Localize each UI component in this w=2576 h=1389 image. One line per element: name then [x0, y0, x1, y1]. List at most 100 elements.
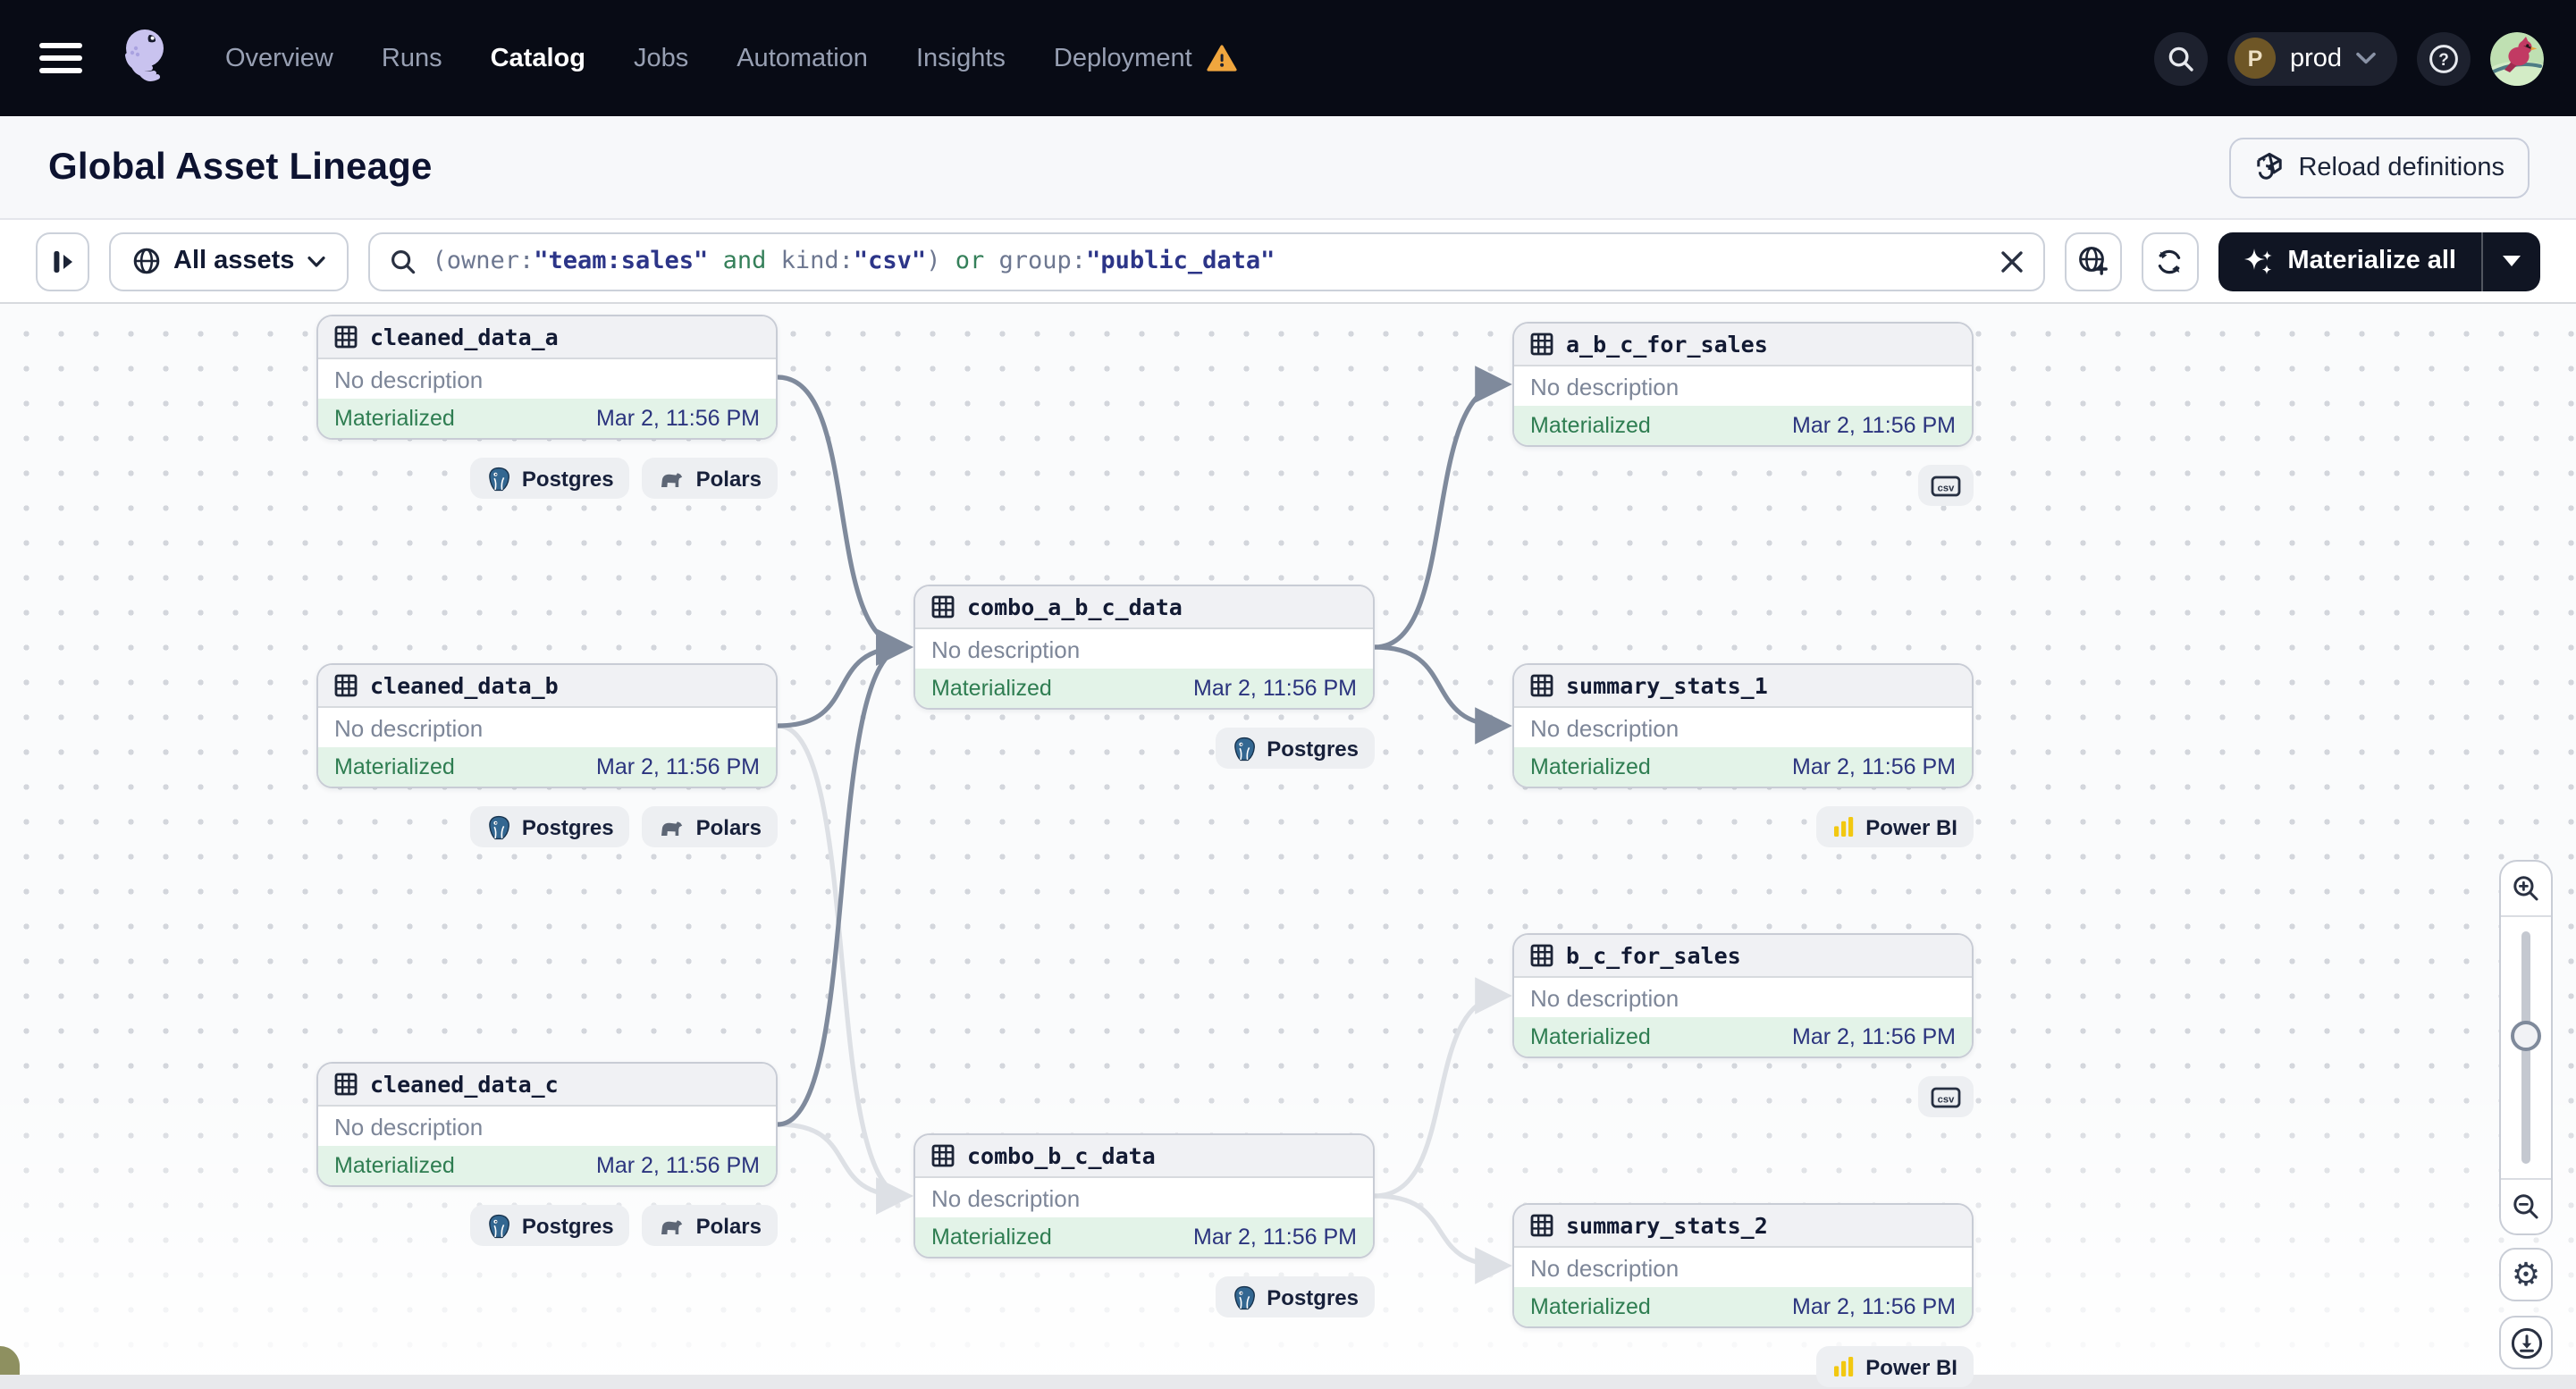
- edge-combo_b_c_data-to-b_c_for_sales: [1372, 977, 1512, 1199]
- kind-tag-polars[interactable]: Polars: [642, 806, 778, 847]
- asset-name: cleaned_data_c: [370, 1071, 559, 1098]
- materialize-options-button[interactable]: [2483, 256, 2540, 266]
- nav-item-jobs[interactable]: Jobs: [634, 44, 688, 72]
- asset-name: summary_stats_2: [1566, 1212, 1768, 1239]
- asset-scope-label: All assets: [173, 247, 295, 275]
- asset-node-a_b_c_for_sales[interactable]: a_b_c_for_sales No description Materialize…: [1512, 322, 1974, 447]
- materialize-all-button[interactable]: Materialize all: [2218, 246, 2481, 276]
- kind-tag-power-bi[interactable]: Power BI: [1815, 806, 1974, 847]
- polars-icon: [659, 1215, 686, 1236]
- refresh-icon: [2154, 246, 2185, 276]
- asset-node-header: b_c_for_sales: [1514, 935, 1972, 978]
- asset-node-cleaned_data_a[interactable]: cleaned_data_a No description Materialized…: [316, 315, 778, 440]
- asset-node-summary_stats_1[interactable]: summary_stats_1 No description Materialize…: [1512, 663, 1974, 788]
- lineage-canvas[interactable]: ⚙ cleaned_data_a No description Materializ…: [0, 304, 2576, 1389]
- polars-icon: [659, 467, 686, 489]
- reload-definitions-label: Reload definitions: [2298, 153, 2504, 181]
- nav-item-automation[interactable]: Automation: [737, 44, 868, 72]
- asset-name: combo_b_c_data: [967, 1142, 1156, 1169]
- toggle-sidebar-button[interactable]: [36, 232, 89, 290]
- asset-node-summary_stats_2[interactable]: summary_stats_2 No description Materialize…: [1512, 1203, 1974, 1328]
- horizontal-scrollbar[interactable]: [0, 1375, 2576, 1389]
- asset-filter-input[interactable]: (owner:"team:sales" and kind:"csv") or g…: [367, 232, 2045, 290]
- asset-description: No description: [915, 629, 1373, 669]
- materialization-timestamp: Mar 2, 11:56 PM: [596, 1153, 760, 1178]
- asset-node-header: cleaned_data_c: [318, 1064, 776, 1107]
- screen: Overview Runs Catalog Jobs Automation In…: [0, 0, 2576, 1389]
- asset-node-combo_b_c_data[interactable]: combo_b_c_data No description Materialized…: [913, 1133, 1375, 1259]
- search-icon: [389, 248, 416, 274]
- asset-status-row: Materialized Mar 2, 11:56 PM: [318, 1146, 776, 1185]
- nav-item-deployment[interactable]: Deployment: [1054, 44, 1237, 72]
- dagster-app: Overview Runs Catalog Jobs Automation In…: [0, 0, 2576, 1389]
- kind-tag-postgres[interactable]: Postgres: [1215, 728, 1375, 769]
- dagster-logo-icon[interactable]: [114, 22, 175, 94]
- kind-tag-postgres[interactable]: Postgres: [469, 806, 630, 847]
- zoom-slider-handle[interactable]: [2511, 1021, 2541, 1051]
- table-icon: [334, 1073, 358, 1096]
- filter-to-selection-button[interactable]: [2064, 232, 2122, 290]
- settings-button[interactable]: ⚙: [2499, 1248, 2553, 1301]
- question-icon: ?: [2428, 42, 2460, 74]
- svg-text:csv: csv: [1938, 1093, 1955, 1104]
- search-button[interactable]: [2153, 31, 2208, 85]
- asset-node-cleaned_data_c[interactable]: cleaned_data_c No description Materialized…: [316, 1062, 778, 1187]
- refresh-button[interactable]: [2141, 232, 2199, 290]
- asset-tags-row: Postgres Polars: [316, 1205, 778, 1246]
- zoom-slider[interactable]: [2501, 915, 2551, 1180]
- asset-status-row: Materialized Mar 2, 11:56 PM: [318, 399, 776, 438]
- nav-item-runs[interactable]: Runs: [382, 44, 442, 72]
- kind-tag-polars[interactable]: Polars: [642, 1205, 778, 1246]
- kind-tag-postgres[interactable]: Postgres: [469, 1205, 630, 1246]
- asset-tags-row: Postgres Polars: [316, 806, 778, 847]
- kind-tag-polars[interactable]: Polars: [642, 458, 778, 499]
- clear-filter-button[interactable]: [1999, 249, 2023, 273]
- nav-item-catalog[interactable]: Catalog: [491, 44, 585, 72]
- powerbi-icon: [1831, 1355, 1855, 1378]
- asset-node-header: combo_a_b_c_data: [915, 586, 1373, 629]
- kind-tag-csv[interactable]: csv: [1918, 465, 1974, 506]
- asset-scope-dropdown[interactable]: All assets: [109, 232, 349, 290]
- page-header: Global Asset Lineage Reload definitions: [0, 116, 2576, 220]
- status-badge: Materialized: [1530, 1294, 1651, 1319]
- nav-item-overview[interactable]: Overview: [225, 44, 333, 72]
- status-badge: Materialized: [334, 406, 455, 431]
- asset-description: No description: [1514, 366, 1972, 406]
- kind-tag-label: Postgres: [1267, 736, 1359, 761]
- zoom-out-button[interactable]: [2501, 1180, 2551, 1233]
- menu-icon[interactable]: [39, 43, 82, 73]
- environment-name: prod: [2289, 44, 2342, 72]
- kind-tag-label: Polars: [695, 1213, 762, 1238]
- user-avatar[interactable]: [2490, 31, 2544, 85]
- download-icon: [2509, 1326, 2543, 1360]
- kind-tag-csv[interactable]: csv: [1918, 1076, 1974, 1117]
- asset-tags-row: Postgres Polars: [316, 458, 778, 499]
- powerbi-icon: [1831, 815, 1855, 838]
- page-title: Global Asset Lineage: [48, 146, 433, 187]
- asset-tags-row: csv: [1512, 1076, 1974, 1117]
- svg-text:csv: csv: [1938, 482, 1955, 492]
- zoom-control: [2499, 860, 2553, 1235]
- asset-node-combo_a_b_c_data[interactable]: combo_a_b_c_data No description Materializ…: [913, 585, 1375, 710]
- svg-text:?: ?: [2438, 50, 2449, 69]
- asset-node-b_c_for_sales[interactable]: b_c_for_sales No description Materialized M…: [1512, 933, 1974, 1058]
- asset-description: No description: [318, 708, 776, 747]
- environment-switcher[interactable]: P prod: [2227, 31, 2397, 85]
- edge-combo_b_c_data-to-summary_stats_2: [1372, 1193, 1512, 1284]
- download-button[interactable]: [2499, 1316, 2553, 1369]
- zoom-in-button[interactable]: [2501, 862, 2551, 915]
- asset-name: b_c_for_sales: [1566, 942, 1741, 969]
- asset-status-row: Materialized Mar 2, 11:56 PM: [1514, 747, 1972, 787]
- filter-query-text: (owner:"team:sales" and kind:"csv") or g…: [432, 247, 1275, 275]
- edge-cleaned_data_a-to-combo_a_b_c_data: [775, 375, 913, 666]
- reload-definitions-button[interactable]: Reload definitions: [2228, 137, 2530, 198]
- kind-tag-power-bi[interactable]: Power BI: [1815, 1346, 1974, 1387]
- asset-node-header: cleaned_data_a: [318, 316, 776, 359]
- kind-tag-postgres[interactable]: Postgres: [469, 458, 630, 499]
- help-button[interactable]: ?: [2417, 31, 2471, 85]
- asset-node-cleaned_data_b[interactable]: cleaned_data_b No description Materialized…: [316, 663, 778, 788]
- edge-combo_a_b_c_data-to-a_b_c_for_sales: [1372, 366, 1512, 650]
- asset-tags-row: Postgres: [913, 1276, 1375, 1317]
- nav-item-insights[interactable]: Insights: [916, 44, 1006, 72]
- kind-tag-postgres[interactable]: Postgres: [1215, 1276, 1375, 1317]
